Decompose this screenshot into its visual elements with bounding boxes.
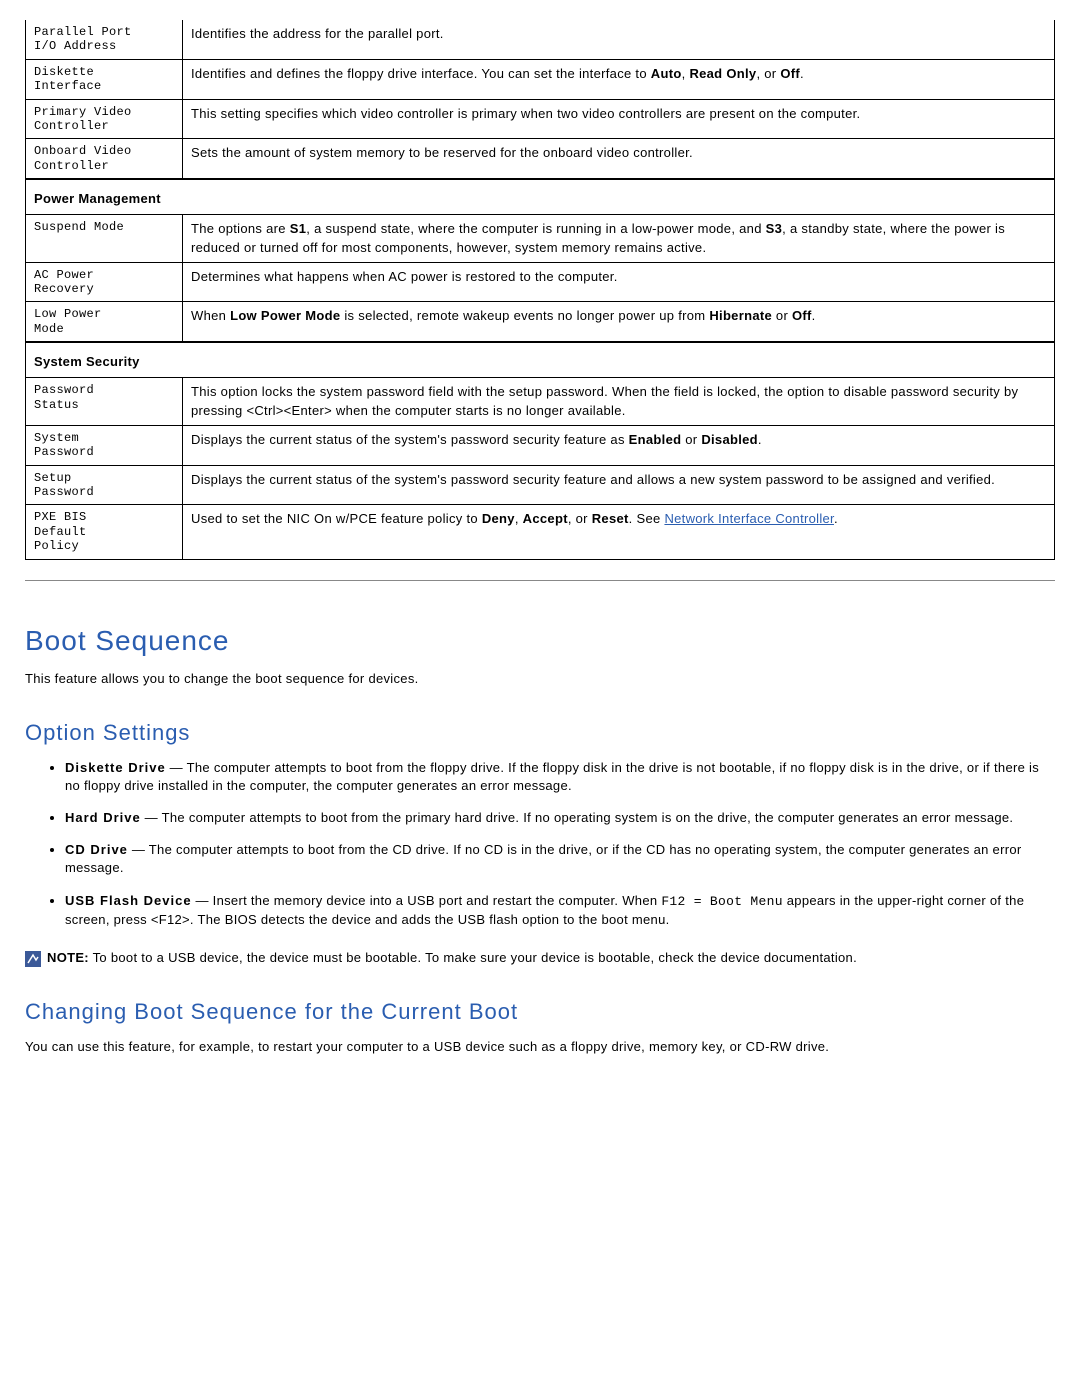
note-text: NOTE: To boot to a USB device, the devic…	[47, 949, 857, 967]
list-item: Diskette Drive — The computer attempts t…	[65, 759, 1055, 795]
setting-desc: Displays the current status of the syste…	[183, 425, 1055, 465]
setting-label: DisketteInterface	[26, 59, 183, 99]
setting-desc: Identifies and defines the floppy drive …	[183, 59, 1055, 99]
setting-desc: This setting specifies which video contr…	[183, 99, 1055, 139]
setting-label: Primary VideoController	[26, 99, 183, 139]
setting-label: PasswordStatus	[26, 378, 183, 425]
link-nic[interactable]: Network Interface Controller	[664, 511, 834, 526]
divider	[25, 580, 1055, 581]
setting-desc: When Low Power Mode is selected, remote …	[183, 302, 1055, 342]
setting-desc: The options are S1, a suspend state, whe…	[183, 215, 1055, 262]
boot-intro: This feature allows you to change the bo…	[25, 670, 1055, 688]
settings-table: Parallel PortI/O AddressIdentifies the a…	[25, 20, 1055, 560]
setting-label: SystemPassword	[26, 425, 183, 465]
list-item: USB Flash Device — Insert the memory dev…	[65, 892, 1055, 929]
setting-desc: Identifies the address for the parallel …	[183, 20, 1055, 59]
heading-boot-sequence: Boot Sequence	[25, 621, 1055, 660]
setting-desc: Displays the current status of the syste…	[183, 465, 1055, 505]
setting-label: SetupPassword	[26, 465, 183, 505]
setting-label: PXE BISDefaultPolicy	[26, 505, 183, 559]
setting-desc: Determines what happens when AC power is…	[183, 262, 1055, 302]
setting-label: Suspend Mode	[26, 215, 183, 262]
setting-label: Low PowerMode	[26, 302, 183, 342]
section-header: System Security	[26, 342, 1055, 378]
setting-desc: Used to set the NIC On w/PCE feature pol…	[183, 505, 1055, 559]
heading-option-settings: Option Settings	[25, 718, 1055, 749]
setting-desc: Sets the amount of system memory to be r…	[183, 139, 1055, 179]
setting-label: Parallel PortI/O Address	[26, 20, 183, 59]
list-item: Hard Drive — The computer attempts to bo…	[65, 809, 1055, 827]
note-block: NOTE: To boot to a USB device, the devic…	[25, 949, 1055, 967]
section-header: Power Management	[26, 179, 1055, 215]
options-list: Diskette Drive — The computer attempts t…	[45, 759, 1055, 929]
note-icon	[25, 951, 41, 967]
list-item: CD Drive — The computer attempts to boot…	[65, 841, 1055, 877]
setting-desc: This option locks the system password fi…	[183, 378, 1055, 425]
heading-changing-boot: Changing Boot Sequence for the Current B…	[25, 997, 1055, 1028]
setting-label: AC PowerRecovery	[26, 262, 183, 302]
changing-text: You can use this feature, for example, t…	[25, 1038, 1055, 1056]
setting-label: Onboard VideoController	[26, 139, 183, 179]
